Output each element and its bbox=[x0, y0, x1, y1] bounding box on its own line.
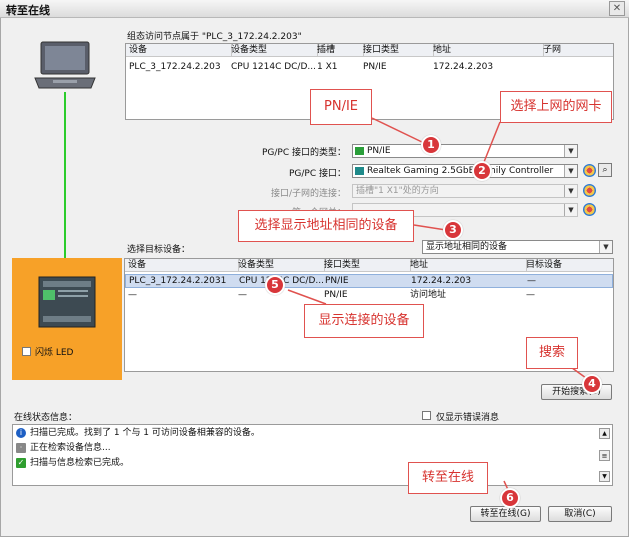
step-badge-3: 3 bbox=[443, 220, 463, 240]
annotation-select-nic: 选择上网的网卡 bbox=[500, 91, 612, 123]
annotation-go-online: 转至在线 bbox=[408, 462, 488, 494]
annotation-show-connected: 显示连接的设备 bbox=[304, 304, 424, 338]
annotation-select-same-addr: 选择显示地址相同的设备 bbox=[238, 210, 414, 242]
step-badge-5: 5 bbox=[265, 275, 285, 295]
step-badge-4: 4 bbox=[582, 374, 602, 394]
step-badge-6: 6 bbox=[500, 488, 520, 508]
annotation-search: 搜索 bbox=[526, 337, 578, 369]
step-badge-1: 1 bbox=[421, 135, 441, 155]
step-badge-2: 2 bbox=[472, 161, 492, 181]
annotation-arrows bbox=[287, 117, 587, 495]
